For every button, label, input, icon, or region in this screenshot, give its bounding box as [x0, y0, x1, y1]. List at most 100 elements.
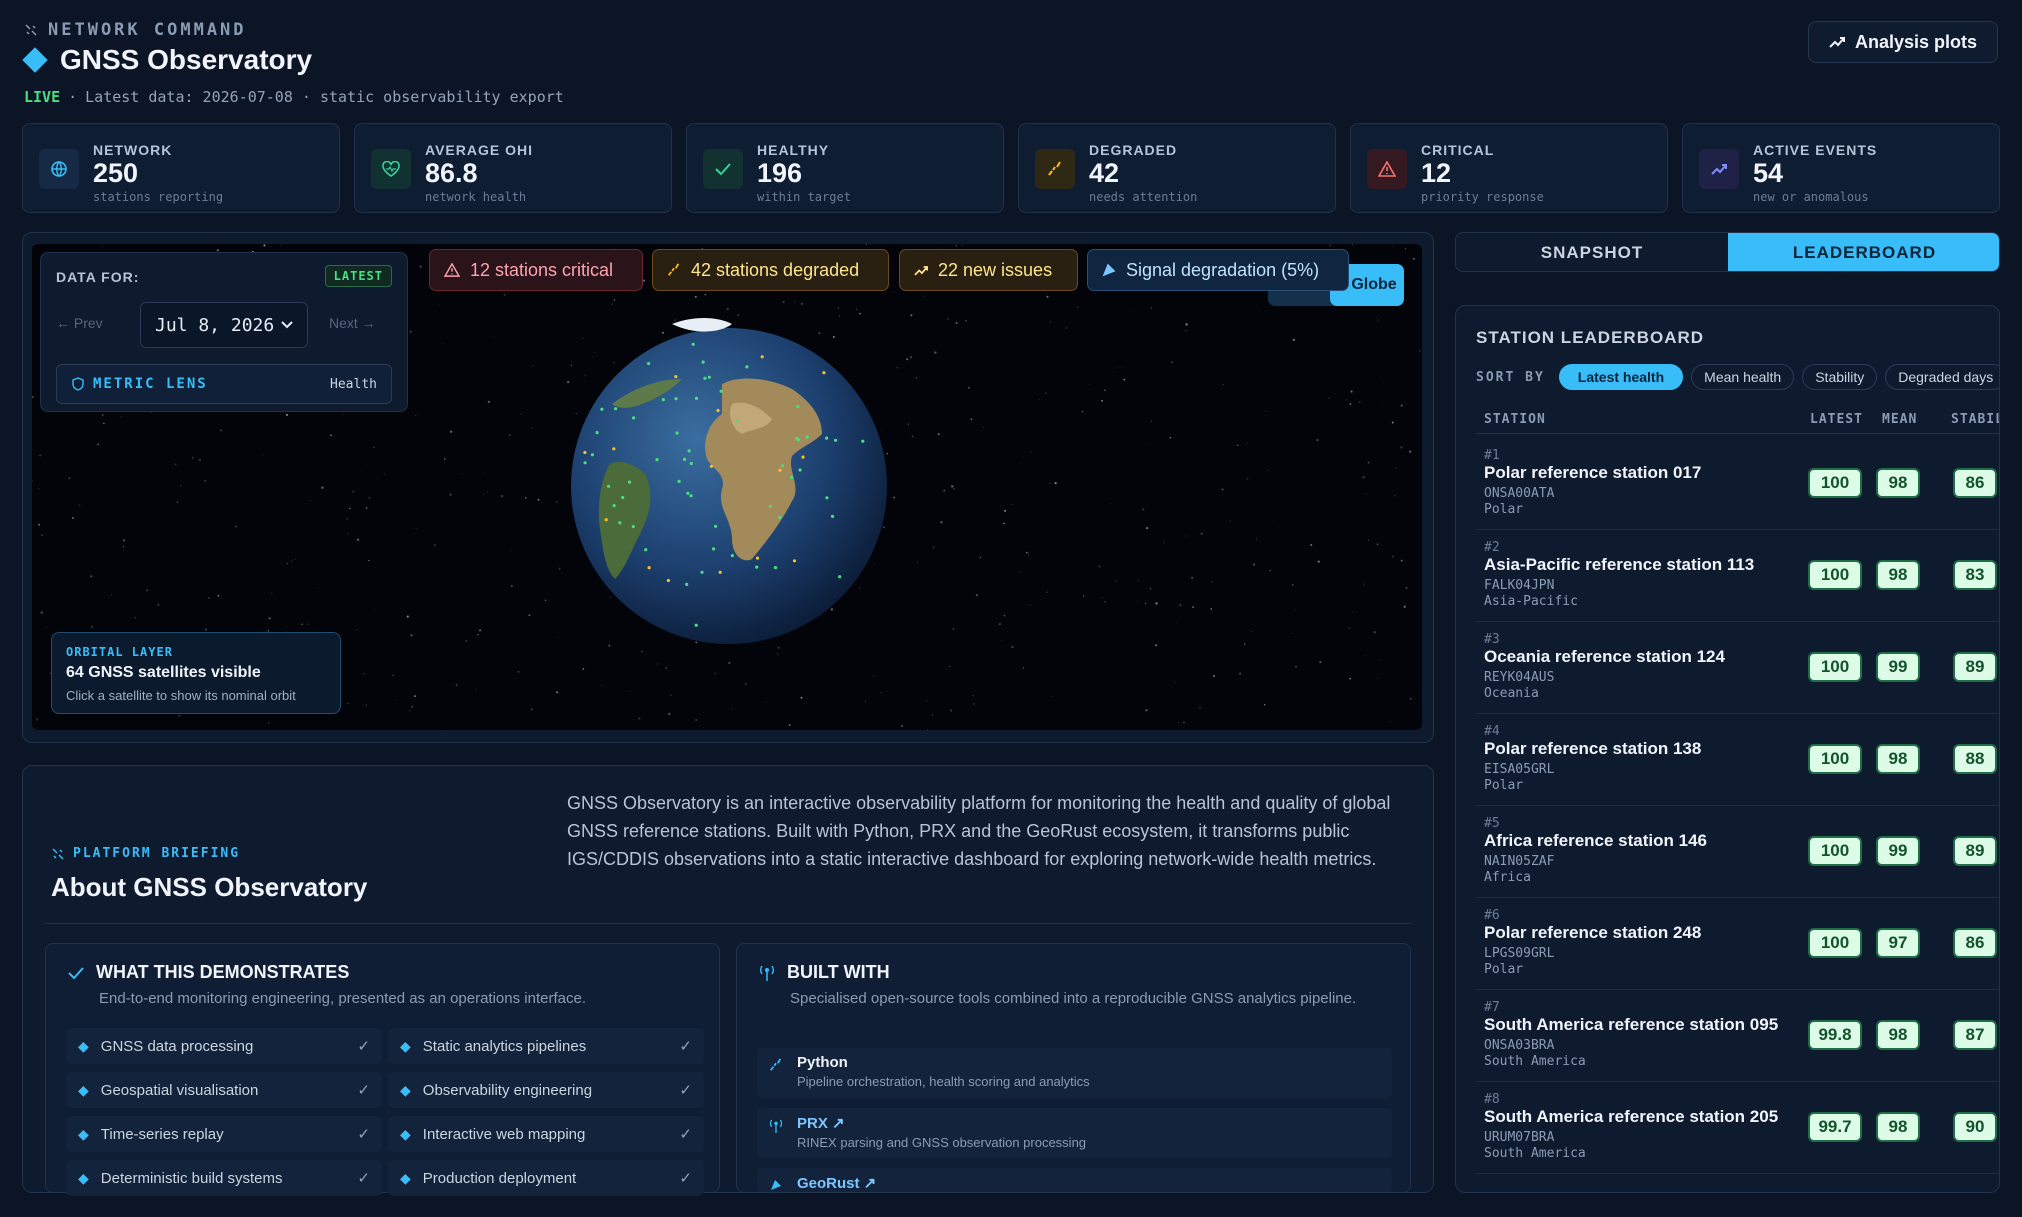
station-region: Asia-Pacific [1484, 594, 1578, 609]
tab-snapshot[interactable]: SNAPSHOT [1456, 233, 1728, 271]
sort-stability[interactable]: Stability [1802, 364, 1878, 390]
prev-button[interactable]: ← Prev [56, 315, 103, 331]
station-name: Oceania reference station 124 [1484, 647, 1725, 666]
stability-score-badge: 87 [1953, 1020, 1997, 1050]
check-icon: ✓ [357, 1082, 370, 1099]
divider [45, 923, 1411, 924]
station-name: South America reference station 095 [1484, 1015, 1779, 1034]
alert-new-issues[interactable]: 22 new issues [899, 249, 1078, 291]
kpi-label: HEALTHY [757, 142, 830, 158]
alert-signal[interactable]: Signal degradation (5%) [1087, 249, 1349, 291]
kpi-active-events: ACTIVE EVENTS 54 new or anomalous [1682, 123, 2000, 213]
kpi-label: NETWORK [93, 142, 173, 158]
metric-lens-select[interactable]: METRIC LENS Health [56, 364, 392, 404]
sort-latest-health[interactable]: Latest health [1558, 364, 1684, 390]
sort-degraded-days[interactable]: Degraded days [1885, 364, 1999, 390]
satellite-icon [52, 847, 64, 860]
station-name: Africa reference station 146 [1484, 831, 1707, 850]
clock-icon: ◆ [78, 1081, 89, 1098]
leaderboard-row[interactable]: #6 Polar reference station 248 LPGS09GRL Po… [1476, 898, 1999, 990]
station-code: NAIN05ZAF [1484, 854, 1555, 869]
station-code: LPGS09GRL [1484, 946, 1555, 961]
about-description: GNSS Observatory is an interactive obser… [567, 793, 1391, 869]
mean-score-badge: 98 [1876, 744, 1920, 774]
date-select[interactable]: Jul 8, 2026 [140, 302, 308, 348]
leaderboard-row[interactable]: #8 South America reference station 205 URU… [1476, 1082, 1999, 1174]
latest-score-badge: 100 [1808, 928, 1862, 958]
capability-label: Deterministic build systems [100, 1169, 283, 1187]
trend-icon: ◆ [400, 1081, 411, 1098]
kpi-value: 12 [1421, 158, 1452, 188]
activity-icon [668, 263, 680, 276]
sort-controls: SORT BY Latest health Mean health Stabil… [1476, 364, 1999, 390]
alert-new-issues-text: 22 new issues [938, 259, 1053, 280]
tab-leaderboard[interactable]: LEADERBOARD [1728, 233, 1999, 271]
demonstrates-subtitle: End-to-end monitoring engineering, prese… [99, 990, 586, 1007]
station-name: South America reference station 205 [1484, 1107, 1779, 1126]
row-rank: #8 [1484, 1092, 1500, 1107]
kpi-sub: stations reporting [93, 190, 224, 204]
kpi-value: 42 [1089, 158, 1120, 188]
chevron-down-icon [281, 321, 293, 329]
stability-score-badge: 90 [1953, 1112, 1997, 1142]
georust-link[interactable]: GeoRust ↗ [797, 1174, 1378, 1192]
globe-icon: ◆ [400, 1037, 411, 1054]
trend-up-icon [914, 265, 928, 275]
next-button[interactable]: Next → [329, 315, 376, 331]
check-icon [703, 149, 743, 189]
stability-score-badge: 89 [1953, 836, 1997, 866]
page-title: GNSS Observatory [22, 44, 312, 76]
stability-score-badge: 83 [1953, 560, 1997, 590]
check-icon [68, 966, 84, 979]
kpi-sub: new or anomalous [1753, 190, 1869, 204]
leaderboard-row[interactable]: #4 Polar reference station 138 EISA05GRL Po… [1476, 714, 1999, 806]
mean-score-badge: 98 [1876, 468, 1920, 498]
alert-degraded-text: 42 stations degraded [691, 259, 860, 280]
check-icon: ✓ [679, 1170, 692, 1187]
row-rank: #7 [1484, 1000, 1500, 1015]
leaderboard-row[interactable]: #1 Polar reference station 017 ONSA00ATA Po… [1476, 438, 1999, 530]
logo-diamond-icon [22, 47, 48, 73]
tool-georust: GeoRust ↗ [757, 1168, 1392, 1192]
stack-icon: ◆ [400, 1169, 411, 1186]
capability-label: Time-series replay [100, 1125, 224, 1143]
station-name: Polar reference station 138 [1484, 739, 1702, 758]
warning-icon [1367, 149, 1407, 189]
sort-mean-health[interactable]: Mean health [1691, 364, 1795, 390]
check-icon: ✓ [357, 1038, 370, 1055]
mean-score-badge: 98 [1876, 560, 1920, 590]
row-rank: #4 [1484, 724, 1500, 739]
station-code: ONSA00ATA [1484, 486, 1555, 501]
station-region: South America [1484, 1146, 1586, 1161]
kpi-average-ohi: AVERAGE OHI 86.8 network health [354, 123, 672, 213]
metric-lens-label: METRIC LENS [93, 376, 208, 392]
leaderboard-row[interactable]: #2 Asia-Pacific reference station 113 FALK… [1476, 530, 1999, 622]
leaderboard-row[interactable]: #7 South America reference station 095 ONS… [1476, 990, 1999, 1082]
check-icon: ✓ [679, 1082, 692, 1099]
latest-score-badge: 100 [1808, 744, 1862, 774]
alert-critical[interactable]: 12 stations critical [429, 249, 643, 291]
check-icon: ◆ [78, 1125, 89, 1142]
orbital-hint: Click a satellite to show its nominal or… [66, 688, 296, 703]
capability-item: ◆ GNSS data processing ✓ [66, 1028, 382, 1064]
tool-desc: RINEX parsing and GNSS observation proce… [797, 1135, 1087, 1150]
orbital-kicker: ORBITAL LAYER [66, 645, 173, 659]
analysis-plots-button[interactable]: Analysis plots [1808, 21, 1998, 63]
stability-score-badge: 89 [1953, 652, 1997, 682]
prx-link[interactable]: PRX ↗ [797, 1114, 1378, 1132]
kpi-value: 54 [1753, 158, 1784, 188]
earth-globe[interactable] [571, 318, 887, 644]
stability-score-badge: 86 [1953, 468, 1997, 498]
capability-item: ◆ Interactive web mapping ✓ [388, 1116, 704, 1152]
leaderboard-row[interactable]: #5 Africa reference station 146 NAIN05ZAF A… [1476, 806, 1999, 898]
signal-icon: ◆ [78, 1169, 89, 1186]
leaderboard-row[interactable]: #3 Oceania reference station 124 REYK04AUS… [1476, 622, 1999, 714]
demonstrates-card: WHAT THIS DEMONSTRATES End-to-end monito… [45, 943, 720, 1196]
alert-degraded[interactable]: 42 stations degraded [652, 249, 889, 291]
latest-score-badge: 100 [1808, 468, 1862, 498]
tool-name: Python [797, 1054, 848, 1071]
stability-score-badge: 86 [1953, 928, 1997, 958]
built-with-subtitle: Specialised open-source tools combined i… [790, 990, 1357, 1007]
capability-item: ◆ Production deployment ✓ [388, 1160, 704, 1196]
station-region: Polar [1484, 778, 1524, 793]
